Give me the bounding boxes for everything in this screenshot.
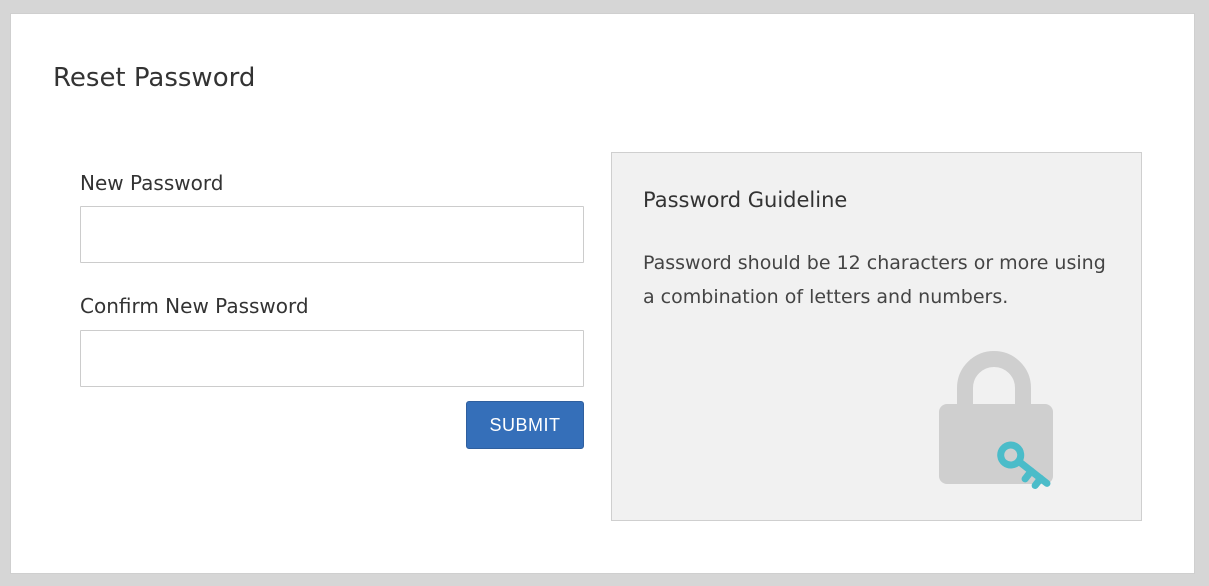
submit-button[interactable]: SUBMIT: [466, 401, 584, 449]
page-title: Reset Password: [53, 63, 256, 93]
reset-password-card: Reset Password New Password Confirm New …: [10, 13, 1195, 574]
confirm-password-field[interactable]: [80, 330, 584, 387]
password-guideline-panel: Password Guideline Password should be 12…: [611, 152, 1142, 521]
confirm-password-label: Confirm New Password: [80, 294, 309, 318]
new-password-field[interactable]: [80, 206, 584, 263]
lock-with-key-icon: [939, 351, 1053, 490]
guideline-title: Password Guideline: [643, 188, 848, 212]
guideline-text: Password should be 12 characters or more…: [643, 252, 1106, 308]
new-password-label: New Password: [80, 171, 224, 195]
